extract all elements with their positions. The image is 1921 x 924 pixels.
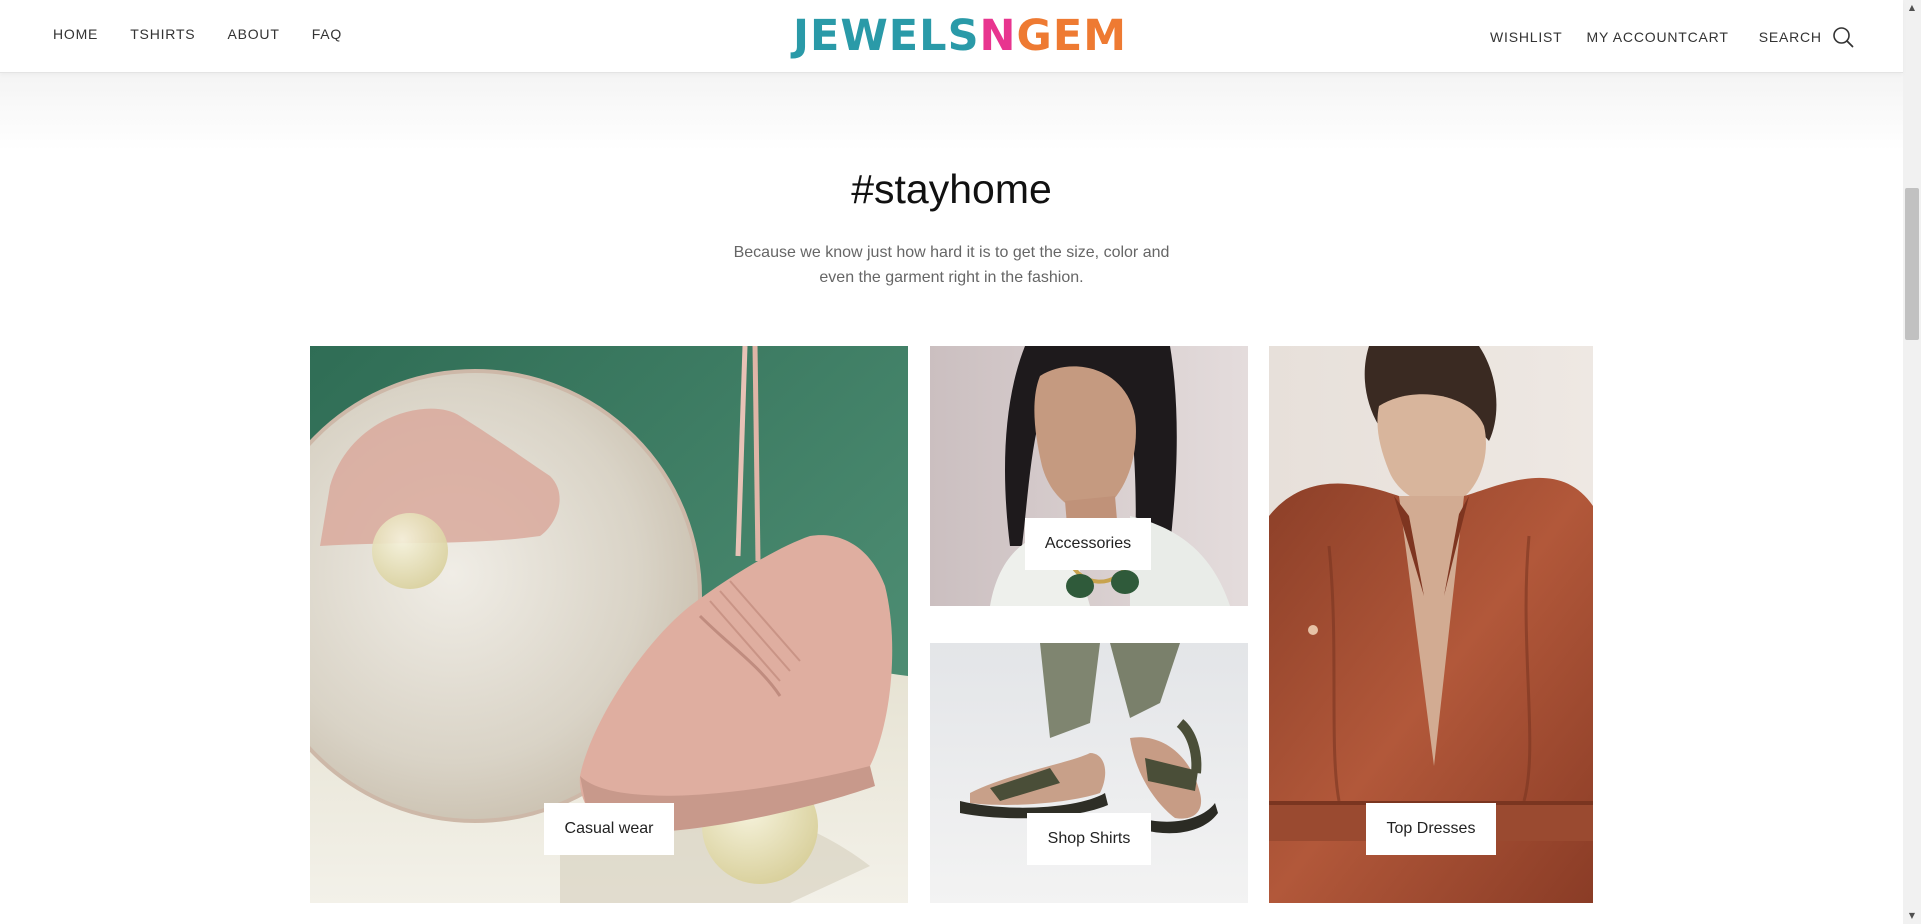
scroll-up-arrow[interactable]: ▲ (1906, 2, 1918, 14)
tile-label-casual-wear[interactable]: Casual wear (544, 803, 674, 855)
site-header: HOME TSHIRTS ABOUT FAQ JEWELSNGEM WISHLI… (0, 0, 1903, 73)
tile-label-shop-shirts[interactable]: Shop Shirts (1027, 813, 1151, 865)
section-title: #stayhome (851, 166, 1052, 212)
user-nav: WISHLIST MY ACCOUNT CART SEARCH (1490, 26, 1854, 48)
nav-link-tshirts[interactable]: TSHIRTS (130, 26, 195, 42)
tile-label-accessories[interactable]: Accessories (1025, 518, 1151, 570)
nav-link-faq[interactable]: FAQ (312, 26, 342, 42)
logo-part-n: N (979, 11, 1017, 61)
scroll-down-arrow[interactable]: ▼ (1906, 910, 1918, 922)
category-tile-shop-shirts[interactable]: Shop Shirts (930, 643, 1248, 903)
category-tile-casual-wear[interactable]: Casual wear (310, 346, 908, 903)
section-description: Because we know just how hard it is to g… (733, 244, 1170, 286)
logo-part-gem: GEM (1016, 11, 1128, 61)
category-tile-accessories[interactable]: Accessories (930, 346, 1248, 606)
my-account-link[interactable]: MY ACCOUNT (1587, 29, 1688, 45)
page-scrollbar[interactable] (1903, 0, 1921, 924)
nav-link-home[interactable]: HOME (53, 26, 98, 42)
scrollbar-thumb[interactable] (1905, 188, 1919, 340)
cart-link[interactable]: CART (1688, 29, 1729, 45)
main-nav: HOME TSHIRTS ABOUT FAQ (53, 26, 374, 42)
search-label: SEARCH (1758, 29, 1822, 45)
wishlist-link[interactable]: WISHLIST (1490, 29, 1563, 45)
nav-link-about[interactable]: ABOUT (227, 26, 279, 42)
site-logo[interactable]: JEWELSNGEM (793, 12, 1127, 60)
search-button[interactable]: SEARCH (1759, 26, 1854, 48)
logo-part-jewels: JEWELS (793, 11, 980, 61)
tile-label-top-dresses[interactable]: Top Dresses (1366, 803, 1496, 855)
search-icon (1833, 27, 1854, 48)
category-tile-top-dresses[interactable]: Top Dresses (1269, 346, 1593, 903)
hero-bottom-band (0, 73, 1903, 151)
